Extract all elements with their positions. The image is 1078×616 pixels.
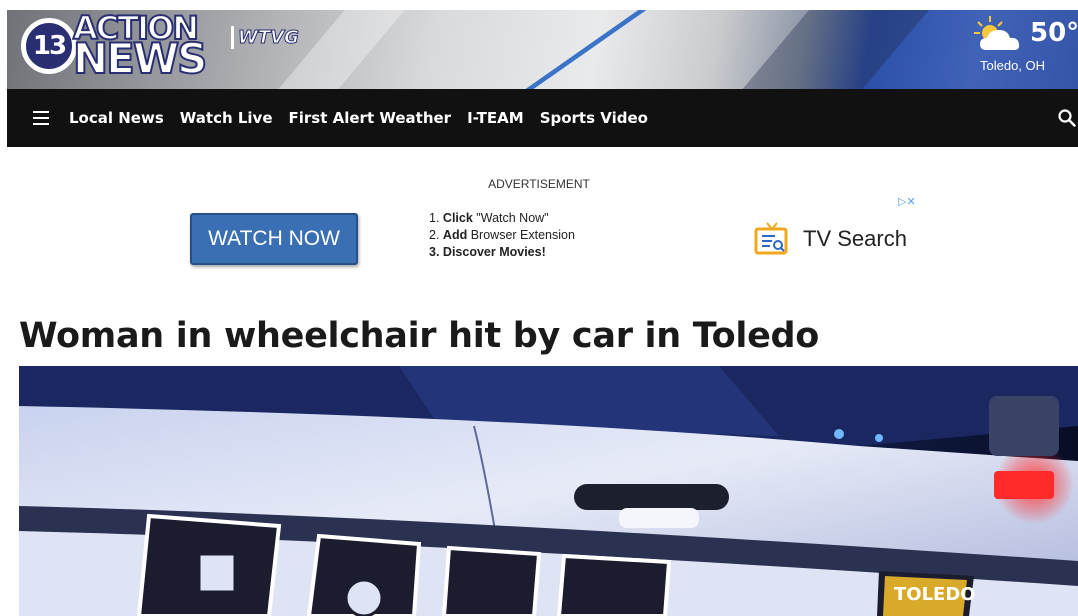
site-logo[interactable]: 13 ACTION NEWS WTVG bbox=[21, 11, 321, 86]
ad-brand-name: TV Search bbox=[803, 226, 907, 251]
police-car-photo: TOLEDO bbox=[19, 366, 1078, 616]
article-hero-image[interactable]: TOLEDO bbox=[19, 366, 1078, 616]
ad-step: 3. Discover Movies! bbox=[429, 245, 546, 259]
nav-item-watch-live[interactable]: Watch Live bbox=[180, 109, 273, 127]
logo-number: 13 bbox=[21, 18, 77, 74]
banner-decoration bbox=[716, 10, 938, 89]
ad-choices-icon[interactable]: ▷✕ bbox=[898, 195, 916, 208]
banner-decoration bbox=[481, 10, 661, 89]
weather-location: Toledo, OH bbox=[980, 58, 1046, 73]
ad-watch-now-button[interactable]: WATCH NOW bbox=[190, 213, 358, 265]
nav-item-i-team[interactable]: I-TEAM bbox=[467, 109, 524, 127]
advertisement[interactable]: WATCH NOW 1. Click "Watch Now" 2. Add Br… bbox=[190, 193, 930, 273]
ad-label: ADVERTISEMENT bbox=[488, 177, 590, 191]
logo-line2: NEWS bbox=[72, 34, 208, 83]
ad-step: 1. Click "Watch Now" bbox=[429, 211, 549, 225]
logo-callsign: WTVG bbox=[231, 26, 303, 49]
article-headline: Woman in wheelchair hit by car in Toledo bbox=[19, 316, 820, 356]
main-nav: Local News Watch Live First Alert Weathe… bbox=[7, 89, 1078, 147]
ad-brand[interactable]: TV Search bbox=[753, 221, 907, 257]
hamburger-menu-icon[interactable] bbox=[33, 111, 51, 126]
tv-search-icon bbox=[754, 222, 788, 255]
nav-item-first-alert-weather[interactable]: First Alert Weather bbox=[289, 109, 452, 127]
ad-step: 2. Add Browser Extension bbox=[429, 228, 575, 242]
nav-item-local-news[interactable]: Local News bbox=[69, 109, 164, 127]
nav-item-sports-video[interactable]: Sports Video bbox=[540, 109, 648, 127]
ad-steps: 1. Click "Watch Now" 2. Add Browser Exte… bbox=[429, 210, 575, 261]
weather-temperature: 50° bbox=[1030, 18, 1078, 48]
search-icon[interactable] bbox=[1058, 109, 1076, 127]
header-banner: 13 ACTION NEWS WTVG 50° Toledo, OH bbox=[7, 10, 1078, 89]
weather-widget[interactable]: 50° Toledo, OH bbox=[968, 14, 1078, 84]
svg-text:TOLEDO: TOLEDO bbox=[894, 584, 976, 605]
partly-cloudy-icon bbox=[974, 16, 1020, 50]
